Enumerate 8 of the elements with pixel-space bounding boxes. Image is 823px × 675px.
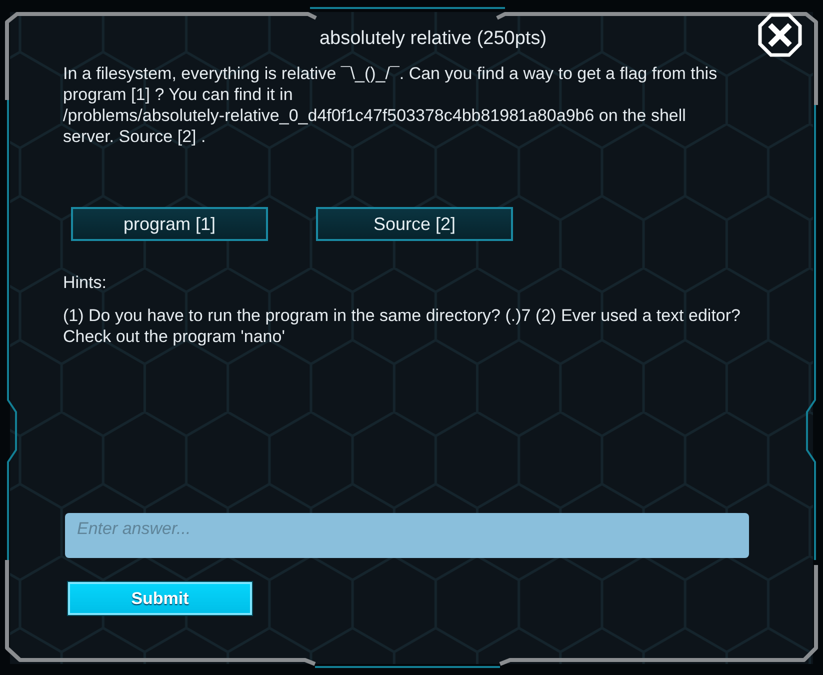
link-button[interactable]: Source [2]	[316, 207, 513, 241]
hints-heading: Hints:	[63, 273, 106, 293]
close-icon[interactable]	[758, 13, 802, 57]
dialog-title: absolutely relative (250pts)	[319, 28, 547, 50]
link-button[interactable]: program [1]	[71, 207, 268, 241]
hint-text: (1) Do you have to run the program in the same directory? (.)7 (2) Ever used a text editor? Check out the program 'nano'	[63, 305, 742, 347]
answer-input[interactable]: Enter answer...	[65, 513, 749, 558]
description-text: In a filesystem, everything is relative ¯\_()_/¯. Can you find a way to get a flag from this program [1] ? You can find it in /problems/absolutely-relative_0_d4f0f1c47f503378c4bb81981a80a9b6 on the shell server. Source [2] .	[63, 63, 718, 147]
